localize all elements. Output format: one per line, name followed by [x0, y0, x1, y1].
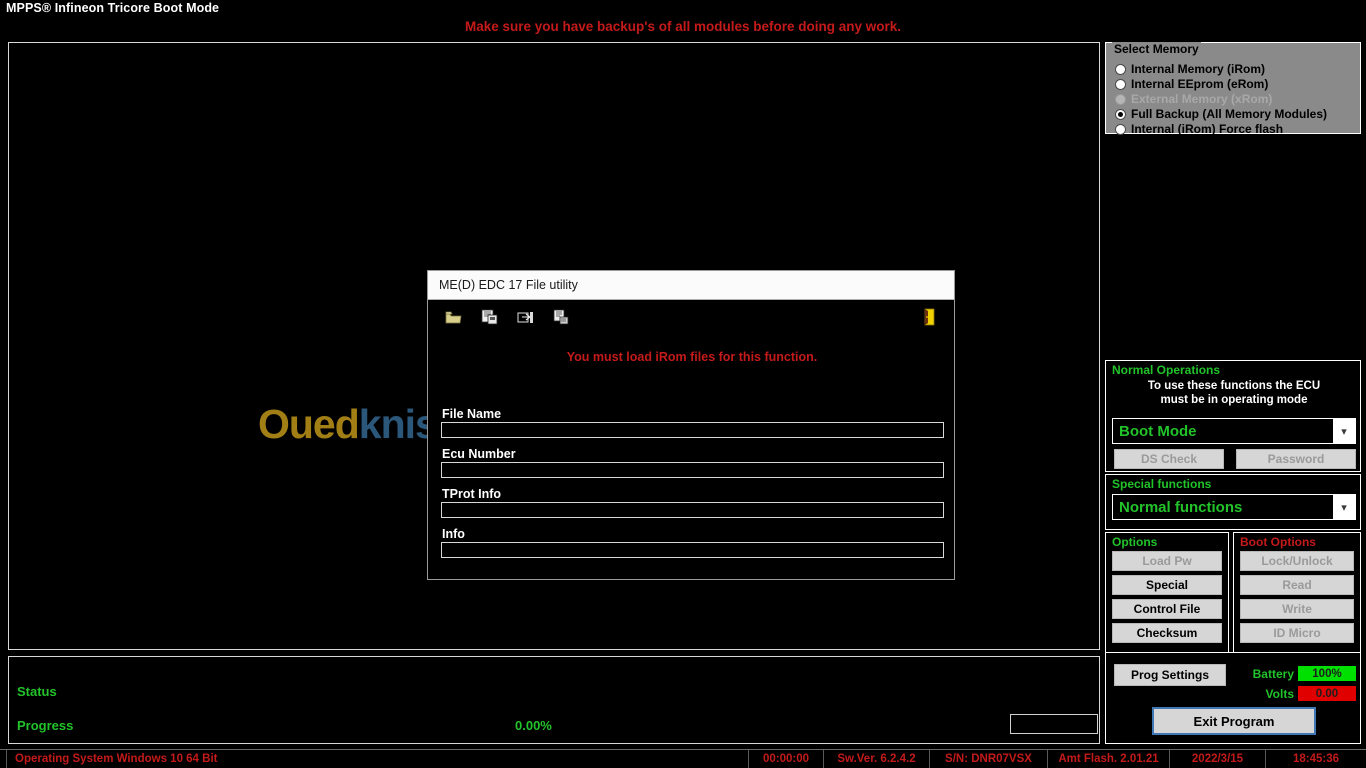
main-work-panel: Ouedkniss.com ME(D) EDC 17 File utility	[8, 42, 1100, 650]
dialog-body: You must load iRom files for this functi…	[428, 333, 954, 579]
special-functions-title: Special functions	[1112, 477, 1212, 491]
statusbar-os: Operating System Windows 10 64 Bit	[6, 750, 225, 768]
battery-value: 100%	[1298, 666, 1356, 681]
volts-value: 0.00	[1298, 686, 1356, 701]
radio-internal-irom-force-flash[interactable]: Internal (iRom) Force flash	[1115, 122, 1283, 136]
file-name-input[interactable]	[441, 422, 944, 438]
exit-door-icon[interactable]	[916, 306, 942, 328]
options-title: Options	[1112, 535, 1158, 549]
radio-label: Full Backup (All Memory Modules)	[1131, 107, 1328, 121]
hint-line-2: must be in operating mode	[1160, 394, 1308, 406]
application-window: MPPS® Infineon Tricore Boot Mode Make su…	[0, 0, 1366, 768]
statusbar-amt-flash: Amt Flash. 2.01.21	[1048, 750, 1170, 768]
radio-dot-icon	[1115, 63, 1126, 75]
progress-indicator-box	[1010, 714, 1098, 734]
prog-settings-button[interactable]: Prog Settings	[1114, 664, 1226, 686]
ds-check-button[interactable]: DS Check	[1114, 449, 1224, 469]
statusbar-serial-number: S/N: DNR07VSX	[930, 750, 1048, 768]
battery-label: Battery	[1252, 667, 1294, 681]
password-button[interactable]: Password	[1236, 449, 1356, 469]
special-functions-select[interactable]: Normal functions ▾	[1112, 494, 1356, 520]
export-file-icon[interactable]	[512, 306, 538, 328]
radio-label: External Memory (xRom)	[1131, 92, 1273, 106]
dialog-notice-text: You must load iRom files for this functi…	[566, 350, 818, 364]
tprot-info-label: TProt Info	[442, 487, 502, 501]
select-memory-groupbox: Select Memory Internal Memory (iRom) Int…	[1105, 42, 1361, 136]
device-status-groupbox: Prog Settings Battery 100% Volts 0.00 Ex…	[1105, 652, 1361, 744]
statusbar-time: 18:45:36	[1292, 753, 1340, 765]
status-progress-panel: Status Progress 0.00%	[8, 656, 1100, 744]
save-file-icon[interactable]	[476, 306, 502, 328]
info-label: Info	[442, 527, 465, 541]
radio-dot-icon	[1115, 93, 1126, 105]
lock-unlock-button[interactable]: Lock/Unlock	[1240, 551, 1354, 571]
write-button[interactable]: Write	[1240, 599, 1354, 619]
normal-operations-title: Normal Operations	[1112, 363, 1221, 377]
radio-dot-icon	[1115, 123, 1126, 135]
id-micro-button[interactable]: ID Micro	[1240, 623, 1354, 643]
chevron-down-icon[interactable]: ▾	[1333, 419, 1355, 443]
dialog-title-bar[interactable]: ME(D) EDC 17 File utility	[428, 271, 954, 300]
control-file-button[interactable]: Control File	[1112, 599, 1222, 619]
dialog-toolbar	[428, 301, 954, 333]
statusbar-software-version: Sw.Ver. 6.2.4.2	[824, 750, 930, 768]
info-input[interactable]	[441, 542, 944, 558]
statusbar-elapsed: 00:00:00	[748, 750, 824, 768]
page-title: MPPS® Infineon Tricore Boot Mode	[6, 1, 220, 15]
boot-options-title: Boot Options	[1240, 535, 1316, 549]
radio-internal-eeprom-erom[interactable]: Internal EEprom (eRom)	[1115, 77, 1268, 91]
special-button[interactable]: Special	[1112, 575, 1222, 595]
special-functions-value: Normal functions	[1119, 498, 1243, 516]
load-pw-button[interactable]: Load Pw	[1112, 551, 1222, 571]
watermark-part-1: Oued	[258, 401, 360, 447]
status-label: Status	[17, 684, 57, 699]
open-folder-icon[interactable]	[440, 306, 466, 328]
radio-internal-memory-irom[interactable]: Internal Memory (iRom)	[1115, 62, 1265, 76]
radio-label: Internal EEprom (eRom)	[1131, 77, 1269, 91]
progress-percent: 0.00%	[515, 718, 552, 733]
ecu-number-input[interactable]	[441, 462, 944, 478]
radio-label: Internal Memory (iRom)	[1131, 62, 1266, 76]
checksum-button[interactable]: Checksum	[1112, 623, 1222, 643]
script-file-icon[interactable]	[548, 306, 574, 328]
chevron-down-icon[interactable]: ▾	[1333, 495, 1355, 519]
radio-dot-icon	[1115, 78, 1126, 90]
tprot-info-input[interactable]	[441, 502, 944, 518]
exit-program-button[interactable]: Exit Program	[1152, 707, 1316, 735]
file-name-label: File Name	[442, 407, 502, 421]
radio-dot-icon	[1115, 108, 1126, 120]
statusbar-date: 2022/3/15	[1170, 750, 1266, 768]
hint-line-1: To use these functions the ECU	[1147, 380, 1321, 392]
right-control-column: Select Memory Internal Memory (iRom) Int…	[1105, 42, 1361, 744]
statusbar-spacer	[225, 750, 748, 768]
dialog-title: ME(D) EDC 17 File utility	[439, 278, 578, 292]
operating-mode-value-area: Boot Mode	[1113, 419, 1333, 443]
operating-mode-select[interactable]: Boot Mode ▾	[1112, 418, 1356, 444]
progress-label: Progress	[17, 718, 74, 733]
special-functions-value-area: Normal functions	[1113, 495, 1333, 519]
radio-external-memory-xrom: External Memory (xRom)	[1115, 92, 1272, 106]
file-utility-dialog: ME(D) EDC 17 File utility You must load …	[427, 270, 955, 580]
normal-operations-hint: To use these functions the ECU must be i…	[1106, 379, 1362, 407]
select-memory-title: Select Memory	[1112, 42, 1201, 56]
radio-label: Internal (iRom) Force flash	[1131, 122, 1284, 136]
read-button[interactable]: Read	[1240, 575, 1354, 595]
normal-operations-groupbox: Normal Operations To use these functions…	[1105, 360, 1361, 472]
special-functions-groupbox: Special functions Normal functions ▾	[1105, 474, 1361, 530]
status-bar: Operating System Windows 10 64 Bit 00:00…	[0, 749, 1366, 768]
radio-full-backup[interactable]: Full Backup (All Memory Modules)	[1115, 107, 1327, 121]
operating-mode-value: Boot Mode	[1119, 422, 1197, 440]
backup-warning-text: Make sure you have backup's of all modul…	[464, 19, 902, 34]
volts-label: Volts	[1265, 687, 1294, 701]
ecu-number-label: Ecu Number	[442, 447, 516, 461]
